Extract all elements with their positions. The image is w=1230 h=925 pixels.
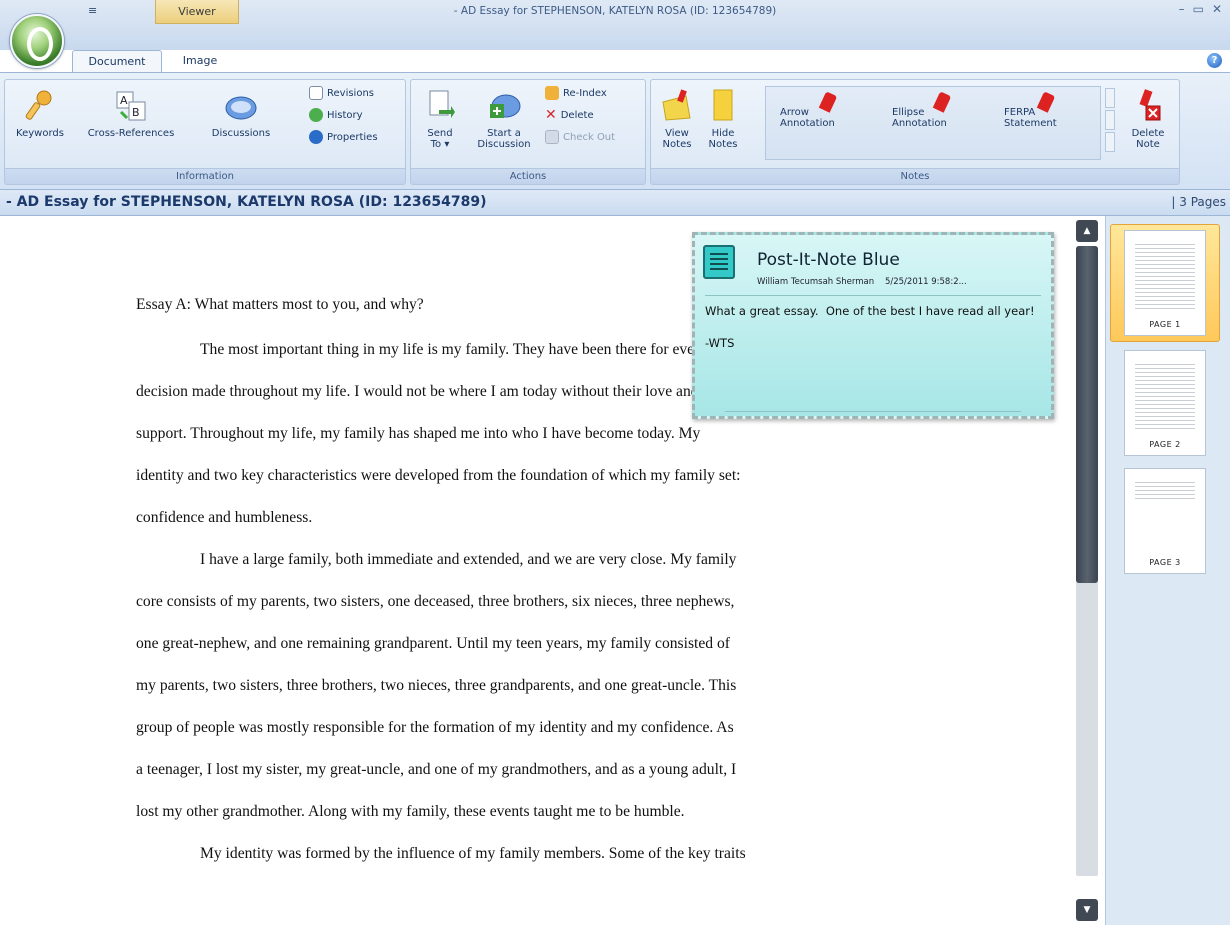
gallery-scroll-down[interactable] [1105,110,1115,130]
start-discussion-button[interactable]: Start a Discussion [469,88,539,150]
revisions-button[interactable]: Revisions [309,84,374,102]
pushpin-icon [818,91,838,113]
check-out-icon [545,130,559,144]
history-button[interactable]: History [309,106,363,124]
essay-line: confidence and humbleness. [136,509,313,526]
note-icon [703,245,735,279]
essay-line: identity and two key characteristics wer… [136,467,741,484]
essay-line: one great-nephew, and one remaining gran… [136,635,730,652]
keywords-button[interactable]: Keywords [9,88,71,139]
hide-notes-button[interactable]: Hide Notes [703,88,743,150]
essay-line: lost my other grandmother. Along with my… [136,803,685,820]
vertical-scrollbar[interactable]: ▲ ▼ [1073,216,1105,925]
essay-line: a teenager, I lost my sister, my great-u… [136,761,737,778]
window-title: - AD Essay for STEPHENSON, KATELYN ROSA … [453,5,777,17]
tab-document[interactable]: Document [72,50,162,72]
delete-note-icon [1139,89,1161,121]
hide-notes-icon [713,89,733,121]
group-label-information: Information [5,168,405,184]
group-notes: View Notes Hide Notes Arrow Annotation E… [650,79,1180,185]
history-icon [309,108,323,122]
essay-line: group of people was mostly responsible f… [136,719,734,736]
annotation-gallery: Arrow Annotation Ellipse Annotation FERP… [765,86,1101,160]
title-bar: ≡ Viewer - AD Essay for STEPHENSON, KATE… [0,0,1230,50]
note-meta: William Tecumsah Sherman 5/25/2011 9:58:… [757,277,967,287]
pushpin-icon [1036,91,1056,113]
essay-line: core consists of my parents, two sisters… [136,593,735,610]
essay-line: my parents, two sisters, three brothers,… [136,677,737,694]
thumbnail-page-2[interactable]: PAGE 2 [1124,350,1206,456]
cross-references-button[interactable]: A B Cross-References [77,88,185,139]
application-menu-button[interactable] [10,14,64,68]
check-out-button[interactable]: Check Out [545,128,615,146]
svg-text:A: A [120,94,128,107]
ribbon: Keywords A B Cross-References Discussion… [0,72,1230,190]
discussions-button[interactable]: Discussions [193,88,289,139]
document-title: - AD Essay for STEPHENSON, KATELYN ROSA … [6,194,487,210]
svg-text:B: B [132,106,140,119]
cross-references-icon: A B [116,91,146,121]
keywords-icon [25,90,52,120]
gallery-scroll-up[interactable] [1105,88,1115,108]
scroll-up-button[interactable]: ▲ [1076,220,1098,242]
properties-button[interactable]: Properties [309,128,378,146]
note-author: William Tecumsah Sherman [757,277,875,287]
group-label-notes: Notes [651,168,1179,184]
maximize-button[interactable]: ▭ [1193,2,1204,16]
ellipse-annotation-button[interactable]: Ellipse Annotation [892,91,982,129]
help-icon[interactable]: ? [1207,53,1222,68]
group-label-actions: Actions [411,168,645,184]
delete-note-button[interactable]: Delete Note [1123,88,1173,150]
note-title: Post-It-Note Blue [757,250,900,270]
document-header: - AD Essay for STEPHENSON, KATELYN ROSA … [0,190,1230,216]
pushpin-icon [932,91,952,113]
start-discussion-icon [490,94,521,118]
minimize-button[interactable]: – [1179,2,1185,16]
thumbnail-page-1[interactable]: PAGE 1 [1124,230,1206,336]
delete-button[interactable]: ✕ Delete [545,106,594,124]
view-notes-icon [662,89,691,121]
scroll-thumb[interactable] [1076,246,1098,583]
page-count: | 3 Pages [1171,195,1226,209]
close-button[interactable]: ✕ [1212,2,1222,16]
send-to-button[interactable]: Send To ▾ [415,88,465,150]
note-body[interactable]: What a great essay. One of the best I ha… [705,303,1035,351]
tab-image[interactable]: Image [165,50,235,72]
view-notes-button[interactable]: View Notes [657,88,697,150]
note-timestamp: 5/25/2011 9:58:2... [884,277,967,287]
essay-line: I have a large family, both immediate an… [200,551,737,568]
page-thumbnails: PAGE 1 PAGE 2 PAGE 3 [1105,216,1230,925]
essay-line: My identity was formed by the influence … [200,845,746,862]
ferpa-statement-button[interactable]: FERPA Statement [1004,91,1094,129]
group-information: Keywords A B Cross-References Discussion… [4,79,406,185]
reindex-icon [545,86,559,100]
thumbnail-page-3[interactable]: PAGE 3 [1124,468,1206,574]
delete-icon: ✕ [545,107,557,123]
reindex-button[interactable]: Re-Index [545,84,607,102]
discussions-icon [225,96,257,120]
gallery-more[interactable] [1105,132,1115,152]
send-to-icon [429,90,455,118]
group-actions: Send To ▾ Start a Discussion Re-Index ✕ … [410,79,646,185]
properties-icon [309,130,323,144]
revisions-icon [309,86,323,100]
sticky-note[interactable]: Post-It-Note Blue William Tecumsah Sherm… [692,232,1054,419]
arrow-annotation-button[interactable]: Arrow Annotation [780,91,870,129]
scroll-down-button[interactable]: ▼ [1076,899,1098,921]
essay-line: support. Throughout my life, my family h… [136,425,701,442]
